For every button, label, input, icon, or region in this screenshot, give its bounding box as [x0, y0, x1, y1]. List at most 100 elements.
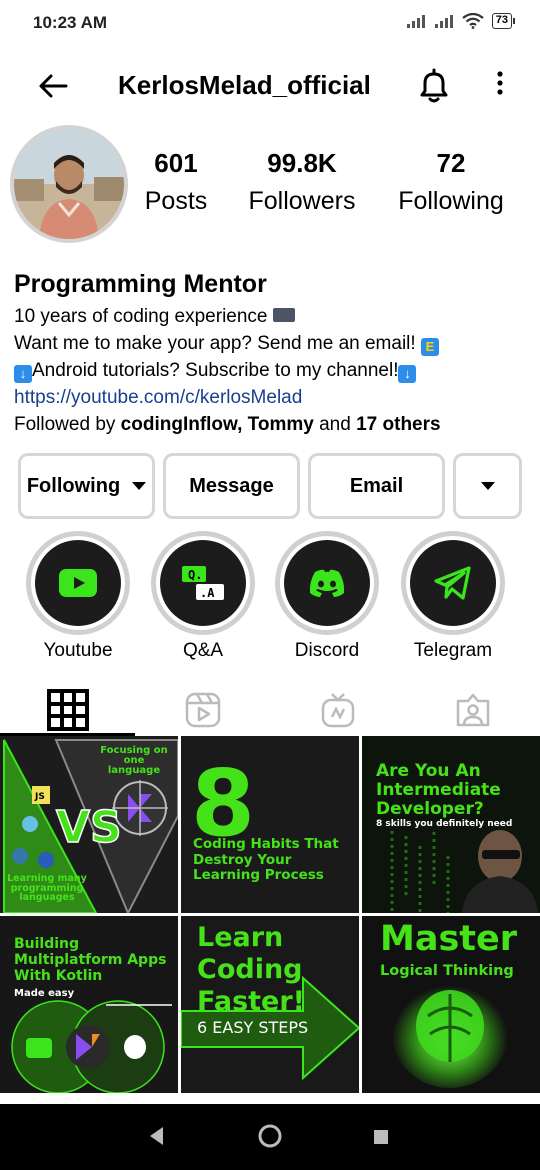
laptop-emoji-icon	[272, 308, 295, 322]
signal-icon-2	[434, 15, 453, 28]
chevron-down-icon	[480, 482, 495, 490]
followed-by-names: codingInflow, Tommy	[120, 414, 314, 435]
highlight-cover	[410, 540, 496, 626]
post-6-title: Master	[380, 919, 518, 959]
message-button[interactable]: Message	[163, 453, 300, 519]
posts-grid: JS Focusing on one language VS Learning …	[0, 736, 540, 1106]
more-options-button[interactable]	[488, 66, 512, 106]
post-3-subtitle: 8 skills you definitely need	[376, 819, 513, 829]
back-button[interactable]	[36, 70, 70, 102]
post-6-subtitle: Logical Thinking	[380, 963, 514, 979]
down-arrow-emoji-icon-2: ↓	[398, 365, 417, 383]
highlight-ring	[401, 531, 505, 635]
highlight-youtube[interactable]: Youtube	[26, 531, 130, 662]
avatar-photo	[14, 129, 124, 239]
post-2-title: Coding Habits That Destroy Your Learning…	[193, 836, 339, 884]
following-label: Following	[398, 187, 504, 215]
highlight-cover	[35, 540, 121, 626]
qa-icon: Q. .A	[182, 566, 224, 600]
caret-down-icon	[132, 482, 147, 490]
tab-grid[interactable]	[0, 684, 135, 736]
nav-back-icon	[150, 1127, 163, 1145]
battery-icon: 73	[491, 13, 516, 29]
tagged-icon	[456, 693, 489, 727]
nav-home-icon	[258, 1124, 282, 1148]
highlight-cover	[284, 540, 370, 626]
following-button[interactable]: Following	[18, 453, 155, 519]
discord-icon	[309, 569, 345, 597]
profile-username: KerlosMelad_official	[118, 70, 371, 100]
highlight-cover: Q. .A	[160, 540, 246, 626]
arrow-left-icon	[39, 74, 68, 98]
stat-posts[interactable]: 601 Posts	[138, 148, 214, 216]
stat-followers[interactable]: 99.8K Followers	[240, 148, 364, 216]
more-vert-icon	[497, 71, 503, 95]
grid-icon	[46, 689, 89, 731]
profile-topbar: KerlosMelad_official	[0, 56, 540, 116]
tab-igtv[interactable]	[270, 684, 405, 736]
message-button-label: Message	[189, 474, 274, 497]
youtube-icon	[59, 569, 97, 597]
svg-text:JS: JS	[34, 792, 45, 802]
nav-back-button[interactable]	[145, 1124, 167, 1153]
email-button[interactable]: Email	[308, 453, 445, 519]
bio-line-2-text: Want me to make your app? Send me an ema…	[14, 333, 416, 354]
nav-recents-button[interactable]	[372, 1128, 390, 1151]
followed-by[interactable]: Followed by codingInflow, Tommy and 17 o…	[14, 411, 529, 438]
followers-count: 99.8K	[267, 148, 337, 178]
followed-by-prefix: Followed by	[14, 414, 121, 435]
post-tile[interactable]: 8 Coding Habits That Destroy Your Learni…	[181, 736, 359, 913]
status-bar: 10:23 AM 73	[0, 0, 540, 48]
post-tile[interactable]: Are You An Intermediate Developer? 8 ski…	[362, 736, 540, 913]
highlight-label: Discord	[294, 640, 360, 661]
bell-icon	[420, 68, 448, 103]
tab-tagged[interactable]	[405, 684, 540, 736]
followed-by-and: and	[313, 414, 357, 435]
bio-line-3-text: Android tutorials? Subscribe to my chann…	[32, 360, 399, 381]
profile-avatar[interactable]	[10, 125, 128, 243]
highlight-label: Q&A	[182, 640, 224, 661]
highlight-label: Youtube	[43, 640, 113, 661]
bio-line-1: 10 years of coding experience	[14, 303, 529, 330]
bio-line-3: ↓ Android tutorials? Subscribe to my chan…	[14, 357, 529, 384]
bio-youtube-link[interactable]: https://youtube.com/c/kerlosMelad	[14, 384, 529, 411]
email-button-label: Email	[349, 474, 404, 497]
bio-line-2: Want me to make your app? Send me an ema…	[14, 330, 529, 357]
post-1-vs: VS	[55, 802, 122, 853]
wifi-icon	[462, 13, 484, 29]
nav-home-button[interactable]	[256, 1122, 284, 1155]
system-navigation-bar	[0, 1104, 540, 1170]
followers-label: Followers	[248, 187, 356, 215]
post-1-top: Focusing on one language	[100, 745, 168, 776]
profile-bio: Programming Mentor 10 years of coding ex…	[14, 270, 529, 438]
post-tile[interactable]: Building Multiplatform Apps With Kotlin …	[0, 916, 178, 1093]
nav-recents-icon	[374, 1130, 388, 1144]
post-tile[interactable]: Master Logical Thinking	[362, 916, 540, 1093]
posts-count: 601	[154, 148, 198, 178]
suggested-accounts-button[interactable]	[453, 453, 522, 519]
posts-label: Posts	[144, 187, 208, 215]
svg-text:.A: .A	[200, 586, 215, 600]
status-icons: 73	[406, 13, 516, 29]
highlight-telegram[interactable]: Telegram	[401, 531, 505, 662]
post-5-title: Learn Coding Faster!	[197, 922, 305, 1017]
stat-following[interactable]: 72 Following	[390, 148, 512, 216]
highlight-label: Telegram	[413, 640, 493, 661]
tab-reels[interactable]	[135, 684, 270, 736]
highlight-qa[interactable]: Q. .A Q&A	[151, 531, 255, 662]
post-4-title: Building Multiplatform Apps With Kotlin	[14, 936, 167, 985]
notifications-button[interactable]	[414, 66, 454, 106]
post-5-subtitle: 6 EASY STEPS	[197, 1018, 309, 1037]
highlight-ring	[275, 531, 379, 635]
highlight-discord[interactable]: Discord	[275, 531, 379, 662]
telegram-icon	[434, 566, 471, 600]
post-1-bottom: Learning many programming languages	[7, 873, 87, 903]
following-count: 72	[436, 148, 466, 178]
following-button-label: Following	[26, 474, 121, 497]
igtv-icon	[321, 693, 354, 728]
followed-by-others: 17 others	[356, 414, 441, 435]
post-3-title: Are You An Intermediate Developer?	[376, 761, 501, 820]
post-tile[interactable]: Learn Coding Faster! 6 EASY STEPS	[181, 916, 359, 1093]
post-tile[interactable]: JS Focusing on one language VS Learning …	[0, 736, 178, 913]
status-time: 10:23 AM	[33, 13, 108, 32]
